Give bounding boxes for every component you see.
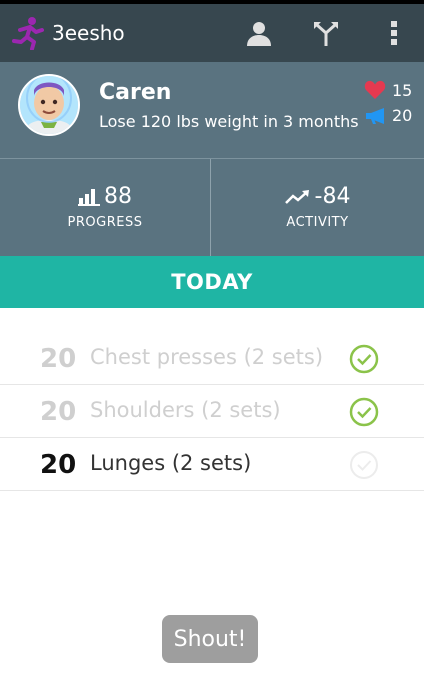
progress-stat[interactable]: 88 PROGRESS [0, 159, 210, 257]
task-name: Lunges (2 sets) [90, 451, 252, 475]
task-count: 20 [40, 397, 77, 427]
list-item[interactable]: 20 Lunges (2 sets) [0, 438, 424, 491]
share-button[interactable] [311, 18, 341, 48]
overflow-menu-button[interactable] [379, 18, 409, 48]
profile-button[interactable] [244, 18, 274, 48]
shout-button[interactable]: Shout! [162, 615, 258, 663]
person-icon [247, 22, 271, 46]
trend-icon [284, 189, 309, 204]
today-header: TODAY [0, 256, 424, 308]
user-goal: Lose 120 lbs weight in 3 months [99, 112, 359, 131]
activity-label: ACTIVITY [286, 215, 349, 230]
check-circle-icon[interactable] [348, 396, 380, 428]
activity-value: -84 [314, 184, 351, 209]
shouts-count: 20 [392, 106, 413, 125]
check-circle-icon[interactable] [348, 343, 380, 375]
task-name: Shoulders (2 sets) [90, 398, 281, 422]
progress-label: PROGRESS [67, 215, 143, 230]
runner-logo-icon [10, 16, 46, 51]
task-count: 20 [40, 344, 77, 374]
task-name: Chest presses (2 sets) [90, 345, 324, 369]
task-count: 20 [40, 450, 77, 480]
check-circle-empty-icon[interactable] [348, 449, 380, 481]
bar-chart-icon [78, 188, 100, 206]
app-title: 3eesho [52, 21, 125, 45]
activity-stat[interactable]: -84 ACTIVITY [211, 159, 424, 257]
overflow-menu-icon [391, 21, 397, 45]
megaphone-icon [366, 107, 384, 124]
task-list: 20 Chest presses (2 sets) 20 Shoulders (… [0, 332, 424, 491]
merge-icon [314, 22, 338, 46]
shouts-stat: 20 [364, 106, 412, 125]
user-name: Caren [99, 80, 172, 105]
likes-stat: 15 [364, 80, 412, 100]
stats-panel: 88 PROGRESS -84 ACTIVITY [0, 158, 424, 257]
list-item[interactable]: 20 Shoulders (2 sets) [0, 385, 424, 438]
app-bar: 3eesho [0, 4, 424, 62]
avatar[interactable] [18, 74, 80, 136]
list-item[interactable]: 20 Chest presses (2 sets) [0, 332, 424, 385]
heart-icon [364, 80, 386, 99]
likes-count: 15 [392, 80, 413, 100]
progress-value: 88 [104, 184, 132, 209]
profile-header: Caren Lose 120 lbs weight in 3 months 15… [0, 62, 424, 158]
